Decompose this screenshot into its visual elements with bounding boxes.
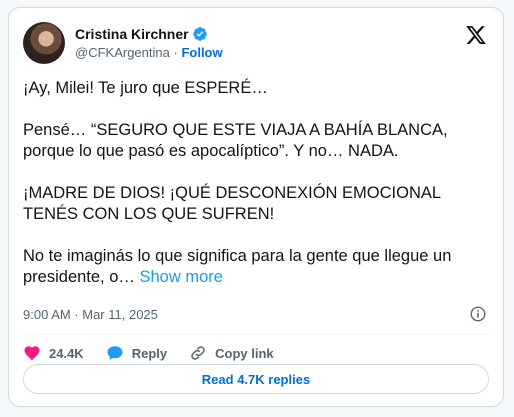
- tweet-paragraph: ¡MADRE DE DIOS! ¡QUÉ DESCONEXIÓN EMOCION…: [23, 184, 441, 223]
- action-bar: 24.4K Reply Copy link: [23, 341, 296, 365]
- tweet-paragraph: No te imaginás lo que significa para la …: [23, 247, 452, 286]
- tweet-card[interactable]: Cristina Kirchner @CFKArgentina · Follow…: [8, 7, 504, 407]
- tweet-paragraph-last: No te imaginás lo que significa para la …: [23, 246, 493, 288]
- follow-button[interactable]: Follow: [181, 45, 222, 60]
- reply-label: Reply: [131, 345, 168, 361]
- tweet-timestamp[interactable]: 9:00 AM · Mar 11, 2025: [23, 307, 158, 322]
- like-count: 24.4K: [49, 345, 84, 361]
- timestamp-text[interactable]: 9:00 AM · Mar 11, 2025: [23, 307, 158, 322]
- reply-button[interactable]: Reply: [106, 344, 167, 362]
- reply-bubble-icon: [107, 346, 123, 360]
- author-name[interactable]: Cristina Kirchner: [75, 25, 189, 43]
- tweet-paragraph: ¡Ay, Milei! Te juro que ESPERÉ…: [23, 79, 268, 97]
- info-icon[interactable]: [469, 305, 487, 323]
- copy-link-label: Copy link: [215, 345, 274, 361]
- tweet-header: Cristina Kirchner @CFKArgentina · Follow: [23, 20, 223, 66]
- author-handle[interactable]: @CFKArgentina: [75, 45, 170, 60]
- handle-row: @CFKArgentina · Follow: [75, 44, 223, 62]
- read-replies-label: Read 4.7K replies: [201, 371, 311, 387]
- copy-link-button[interactable]: Copy link: [189, 344, 274, 362]
- link-icon: [191, 346, 205, 360]
- like-button[interactable]: 24.4K: [23, 344, 84, 362]
- handle-separator: ·: [173, 44, 178, 60]
- author-name-row: Cristina Kirchner: [75, 25, 223, 43]
- author-info: Cristina Kirchner @CFKArgentina · Follow: [75, 25, 223, 62]
- tweet-text: ¡Ay, Milei! Te juro que ESPERÉ… Pensé… “…: [23, 78, 493, 288]
- avatar[interactable]: [23, 22, 65, 64]
- divider: [23, 334, 489, 335]
- tweet-paragraph: Pensé… “SEGURO QUE ESTE VIAJA A BAHÍA BL…: [23, 121, 448, 160]
- verified-badge-icon: [192, 26, 207, 41]
- show-more-link[interactable]: Show more: [140, 268, 223, 286]
- x-logo-icon[interactable]: [465, 24, 487, 46]
- heart-icon: [24, 346, 40, 361]
- read-replies-button[interactable]: Read 4.7K replies: [23, 364, 489, 394]
